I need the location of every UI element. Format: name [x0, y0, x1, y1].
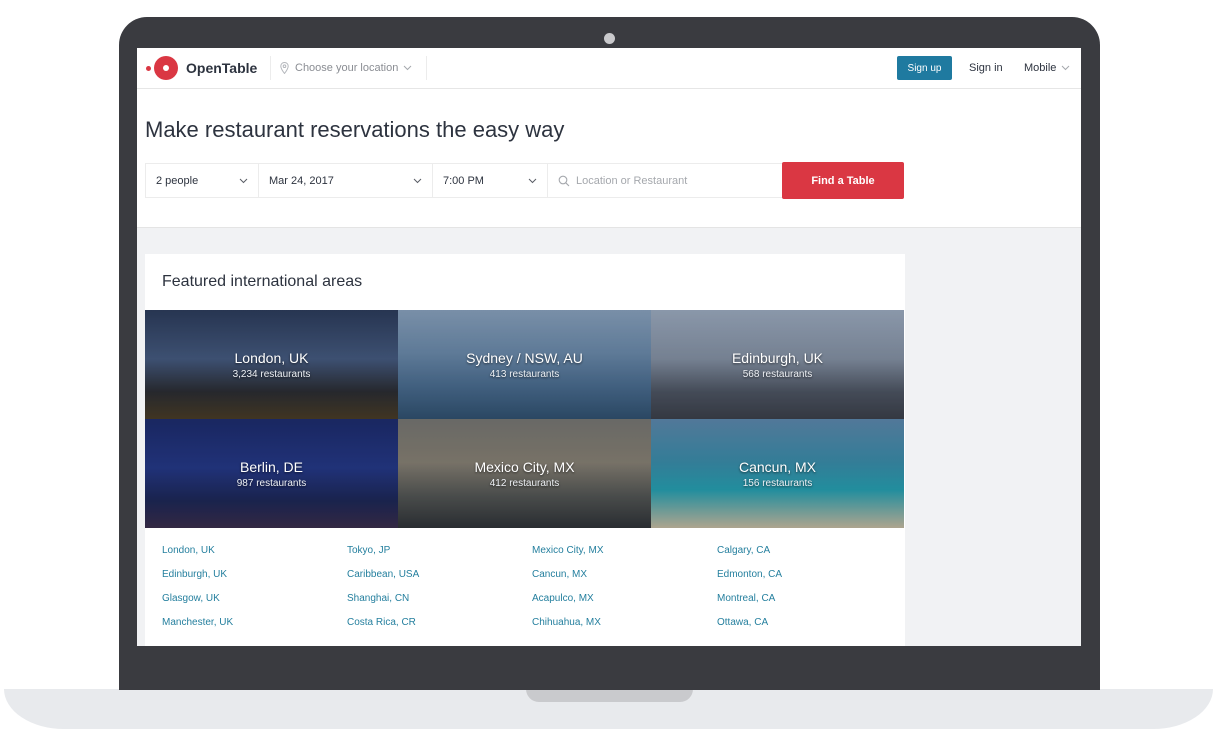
featured-title: Featured international areas — [162, 273, 363, 290]
link-column: Mexico City, MX Cancun, MX Acapulco, MX … — [532, 544, 604, 640]
party-size-value: 2 people — [156, 174, 199, 187]
area-link[interactable]: Shanghai, CN — [347, 592, 419, 616]
tile-name: Cancun, MX — [738, 458, 817, 475]
area-link[interactable]: Chihuahua, MX — [532, 616, 604, 640]
area-link[interactable]: Costa Rica, CR — [347, 616, 419, 640]
location-label: Choose your location — [295, 62, 399, 74]
area-link[interactable]: Acapulco, MX — [532, 592, 604, 616]
tile-name: Berlin, DE — [239, 458, 304, 475]
header-divider — [270, 56, 271, 80]
location-pin-icon — [280, 62, 289, 74]
chevron-down-icon — [1062, 65, 1070, 71]
search-icon — [558, 175, 570, 186]
tile-name: Mexico City, MX — [474, 458, 575, 475]
date-select[interactable]: Mar 24, 2017 — [258, 163, 433, 198]
area-tile-london[interactable]: London, UK 3,234 restaurants — [145, 310, 398, 419]
featured-areas-card: Featured international areas London, UK … — [145, 254, 905, 646]
logo-dot-icon — [146, 65, 151, 71]
chevron-down-icon — [528, 178, 537, 183]
area-link[interactable]: Caribbean, USA — [347, 568, 419, 592]
tile-count: 412 restaurants — [489, 477, 560, 489]
search-input[interactable]: Location or Restaurant — [547, 163, 783, 198]
area-link[interactable]: Manchester, UK — [162, 616, 233, 640]
tile-name: London, UK — [234, 349, 309, 366]
area-link[interactable]: Ottawa, CA — [717, 616, 782, 640]
site-header: OpenTable Choose your location Sign up S… — [137, 48, 1081, 89]
date-value: Mar 24, 2017 — [269, 174, 334, 187]
tile-count: 413 restaurants — [489, 368, 560, 380]
link-column: Tokyo, JP Caribbean, USA Shanghai, CN Co… — [347, 544, 419, 640]
chevron-down-icon — [239, 178, 248, 183]
mobile-menu[interactable]: Mobile — [1024, 48, 1070, 88]
page-title: Make restaurant reservations the easy wa… — [145, 117, 565, 142]
location-picker[interactable]: Choose your location — [280, 48, 412, 88]
area-link[interactable]: London, UK — [162, 544, 233, 568]
area-link[interactable]: Calgary, CA — [717, 544, 782, 568]
area-link[interactable]: Glasgow, UK — [162, 592, 233, 616]
mobile-label: Mobile — [1024, 62, 1057, 74]
area-link[interactable]: Mexico City, MX — [532, 544, 604, 568]
tile-name: Edinburgh, UK — [731, 349, 824, 366]
link-column: Calgary, CA Edmonton, CA Montreal, CA Ot… — [717, 544, 782, 640]
area-tile-sydney[interactable]: Sydney / NSW, AU 413 restaurants — [398, 310, 651, 419]
signup-button[interactable]: Sign up — [897, 56, 952, 80]
camera-icon — [604, 33, 615, 44]
link-column: London, UK Edinburgh, UK Glasgow, UK Man… — [162, 544, 233, 640]
tile-count: 987 restaurants — [236, 477, 307, 489]
chevron-down-icon — [413, 178, 422, 183]
tile-name: Sydney / NSW, AU — [466, 349, 583, 366]
area-link[interactable]: Montreal, CA — [717, 592, 782, 616]
area-link[interactable]: Edmonton, CA — [717, 568, 782, 592]
area-tile-berlin[interactable]: Berlin, DE 987 restaurants — [145, 419, 398, 528]
time-value: 7:00 PM — [443, 174, 484, 187]
area-tile-edinburgh[interactable]: Edinburgh, UK 568 restaurants — [651, 310, 904, 419]
find-table-button[interactable]: Find a Table — [782, 162, 904, 199]
tile-count: 3,234 restaurants — [232, 368, 311, 380]
area-tile-cancun[interactable]: Cancun, MX 156 restaurants — [651, 419, 904, 528]
logo-circle-icon — [154, 56, 178, 80]
tile-count: 156 restaurants — [742, 477, 813, 489]
signin-link[interactable]: Sign in — [969, 48, 1003, 88]
area-link[interactable]: Tokyo, JP — [347, 544, 419, 568]
time-select[interactable]: 7:00 PM — [432, 163, 548, 198]
area-link[interactable]: Edinburgh, UK — [162, 568, 233, 592]
screen: OpenTable Choose your location Sign up S… — [137, 48, 1081, 646]
featured-tiles: London, UK 3,234 restaurants Sydney / NS… — [145, 310, 905, 529]
area-tile-mexico-city[interactable]: Mexico City, MX 412 restaurants — [398, 419, 651, 528]
chevron-down-icon — [403, 65, 412, 71]
search-placeholder: Location or Restaurant — [576, 174, 688, 187]
logo-text: OpenTable — [186, 60, 258, 76]
laptop-notch — [526, 689, 693, 702]
area-link[interactable]: Cancun, MX — [532, 568, 604, 592]
tile-count: 568 restaurants — [742, 368, 813, 380]
hero-section: Make restaurant reservations the easy wa… — [137, 89, 1081, 228]
header-divider — [426, 56, 427, 80]
opentable-logo[interactable]: OpenTable — [146, 55, 257, 81]
reservation-form: 2 people Mar 24, 2017 7:00 PM Location o… — [145, 162, 904, 200]
party-size-select[interactable]: 2 people — [145, 163, 259, 198]
